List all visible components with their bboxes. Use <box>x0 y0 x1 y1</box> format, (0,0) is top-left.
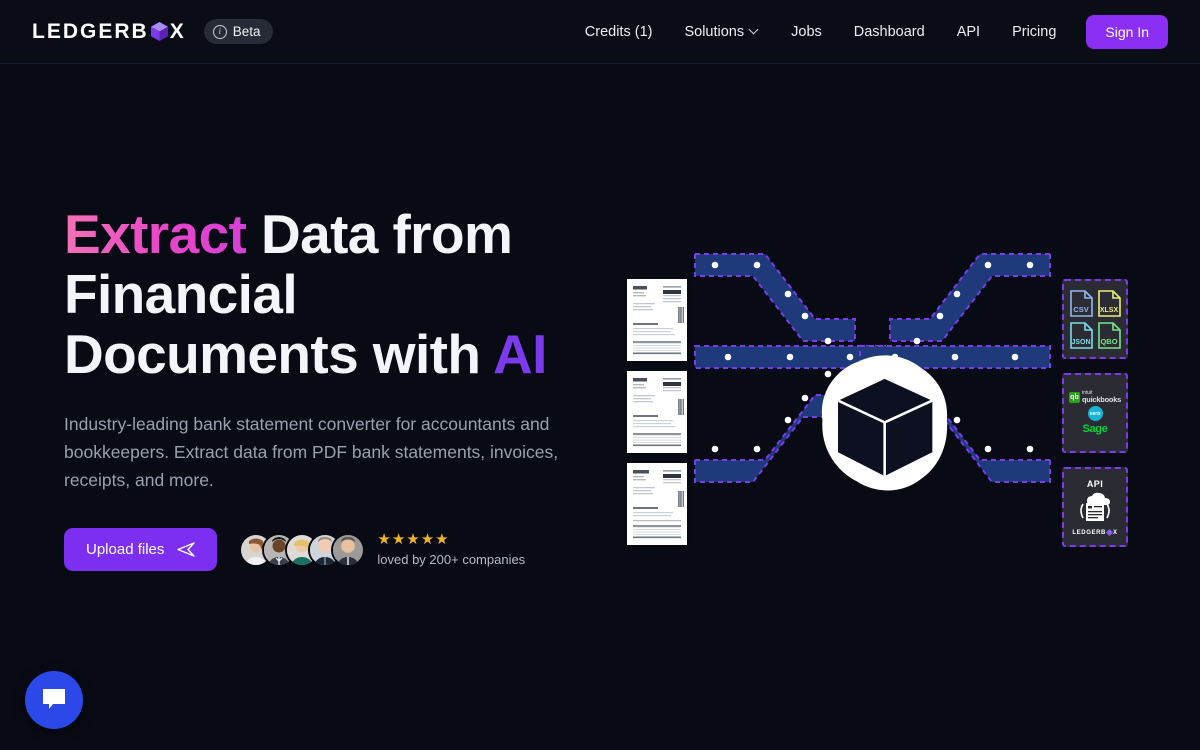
logo-text-tail: X <box>169 19 186 43</box>
headline-highlight: Extract <box>64 203 247 265</box>
accounting-integrations-card[interactable]: qb intuit quickbooks xero Sage <box>1062 373 1128 453</box>
nav-item-solutions[interactable]: Solutions <box>668 16 775 48</box>
nav-label-pricing: Pricing <box>1012 23 1057 40</box>
intuit-quickbooks-text: intuit quickbooks <box>1081 390 1122 405</box>
json-file-icon: JSON <box>1069 321 1094 350</box>
api-card-content: API LEDGERB X <box>1072 478 1118 537</box>
page-root: LEDGERB X i Beta Credits (1) Solutions J… <box>0 0 1200 750</box>
nav-label-credits: Credits (1) <box>584 23 653 40</box>
nav-item-pricing[interactable]: Pricing <box>996 16 1072 48</box>
quickbooks-label: quickbooks <box>1081 395 1122 405</box>
pipe-right-top <box>889 253 1051 342</box>
xero-logo-icon: xero <box>1087 406 1103 421</box>
cube-icon <box>1105 528 1114 537</box>
api-brand-head: LEDGERB <box>1072 529 1106 536</box>
csv-file-icon: CSV <box>1069 289 1094 318</box>
chat-bubble-icon <box>40 686 68 714</box>
beta-label: Beta <box>232 24 261 39</box>
hero-illustration: .pipe { fill:#1e3a7a; stroke:#7c3aed; st… <box>600 194 1200 614</box>
rating-block: ★★★★★ loved by 200+ companies <box>377 532 525 567</box>
api-server-cloud-icon <box>1073 490 1117 529</box>
nav-item-dashboard[interactable]: Dashboard <box>838 16 941 48</box>
beta-badge[interactable]: i Beta <box>203 19 274 44</box>
svg-text:QBO: QBO <box>1100 337 1117 346</box>
cube-icon <box>150 21 169 42</box>
avatar <box>331 532 366 567</box>
3d-cube-blob-icon <box>821 355 948 491</box>
logo[interactable]: LEDGERB X <box>32 20 186 44</box>
nav-item-jobs[interactable]: Jobs <box>775 16 838 48</box>
paper-plane-icon <box>177 542 196 557</box>
document-thumbnail-2 <box>627 371 687 453</box>
avatar-group <box>239 532 366 567</box>
nav-label-api: API <box>956 23 981 40</box>
file-formats-card[interactable]: CSV XLSX JSON QBO <box>1062 279 1128 359</box>
chevron-down-icon <box>750 26 759 35</box>
sign-in-button[interactable]: Sign In <box>1086 14 1168 49</box>
headline-ai: AI <box>493 323 547 385</box>
nav-item-credits[interactable]: Credits (1) <box>569 16 669 48</box>
upload-files-button[interactable]: Upload files <box>64 528 218 571</box>
api-card[interactable]: API LEDGERB X <box>1062 467 1128 547</box>
main-navigation: Credits (1) Solutions Jobs Dashboard API… <box>569 14 1168 49</box>
loved-by-text: loved by 200+ companies <box>377 552 526 567</box>
svg-text:XLSX: XLSX <box>1099 307 1118 314</box>
site-header: LEDGERB X i Beta Credits (1) Solutions J… <box>0 0 1200 64</box>
api-card-brand: LEDGERB X <box>1072 528 1118 537</box>
social-proof: ★★★★★ loved by 200+ companies <box>239 532 525 567</box>
page-title: Extract Data from Financial Documents wi… <box>64 204 604 384</box>
hero-subheading: Industry-leading bank statement converte… <box>64 414 559 490</box>
api-card-label: API <box>1086 478 1104 489</box>
brand-area: LEDGERB X i Beta <box>32 19 274 44</box>
logo-text-head: LEDGERB <box>32 19 149 43</box>
info-circle-icon: i <box>212 24 227 39</box>
integration-logos: qb intuit quickbooks xero Sage <box>1064 390 1126 435</box>
svg-text:JSON: JSON <box>1071 339 1090 346</box>
xlsx-file-icon: XLSX <box>1097 289 1122 318</box>
file-format-grid: CSV XLSX JSON QBO <box>1069 289 1122 350</box>
pipe-left-top <box>694 253 856 342</box>
nav-label-dashboard: Dashboard <box>853 23 925 40</box>
qbo-file-icon: QBO <box>1097 321 1122 350</box>
document-thumbnails <box>627 279 687 555</box>
logo-text: LEDGERB X <box>32 20 186 44</box>
hero-cta-row: Upload files ★★★★★ loved by 200+ compani… <box>64 528 604 571</box>
sage-logo: Sage <box>1082 423 1108 435</box>
nav-label-solutions: Solutions <box>684 23 745 40</box>
chat-widget-button[interactable] <box>25 671 83 729</box>
nav-label-jobs: Jobs <box>791 23 822 40</box>
hero-copy: Extract Data from Financial Documents wi… <box>64 204 604 571</box>
upload-files-label: Upload files <box>86 541 165 558</box>
hero-section: Extract Data from Financial Documents wi… <box>0 64 1200 750</box>
star-rating: ★★★★★ <box>377 531 450 548</box>
document-thumbnail-3 <box>627 463 687 545</box>
nav-item-api[interactable]: API <box>941 16 996 48</box>
api-brand-tail: X <box>1112 529 1118 536</box>
quickbooks-badge-icon: qb <box>1068 391 1080 403</box>
svg-text:CSV: CSV <box>1073 305 1088 314</box>
output-cards: CSV XLSX JSON QBO qb intuit quickbooks x… <box>1062 279 1128 561</box>
quickbooks-logo: qb intuit quickbooks <box>1068 390 1122 405</box>
document-thumbnail-1 <box>627 279 687 361</box>
